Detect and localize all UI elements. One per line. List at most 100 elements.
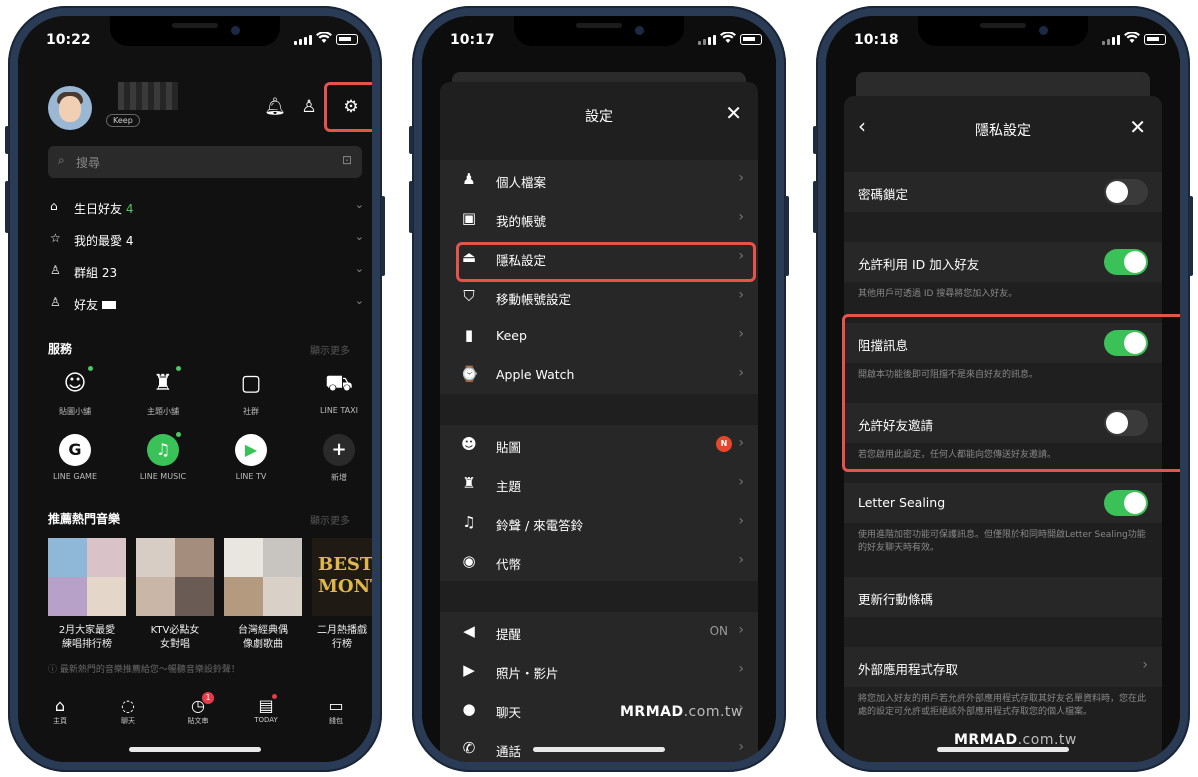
album-title-line2: 練唱排行榜	[62, 639, 112, 650]
item-label: 移動帳號設定	[496, 292, 572, 307]
cellular-signal-icon	[1102, 35, 1120, 45]
settings-item-themes[interactable]: ♜ 主題 ›	[440, 464, 758, 503]
notification-bell-icon[interactable]: 🔔︎	[264, 96, 286, 118]
coin-icon: ◉	[462, 552, 476, 570]
setting-allow-id-add[interactable]: 允許利用 ID 加入好友	[844, 242, 1162, 282]
services-more-link[interactable]: 顯示更多	[310, 342, 350, 357]
tab-today[interactable]: ▤ TODAY	[236, 694, 296, 724]
tab-chat[interactable]: ◌ 聊天	[98, 696, 158, 726]
music-more-link[interactable]: 顯示更多	[310, 512, 350, 527]
service-label: LINE GAME	[52, 472, 98, 481]
album-card[interactable]: 2月大家最愛 練唱排行榜	[48, 538, 126, 652]
service-add[interactable]: + 新增	[299, 434, 372, 483]
watermark: MRMAD.com.tw	[620, 704, 743, 720]
album-card[interactable]: KTV必點女 女對唱	[136, 538, 214, 652]
group-groups[interactable]: ♙ 群組 23 ⌄	[48, 256, 364, 286]
line-tv-icon: ▶	[235, 434, 267, 466]
passcode-toggle[interactable]	[1104, 179, 1148, 205]
settings-item-account-transfer[interactable]: ⛉ 移動帳號設定 ›	[440, 277, 758, 316]
group-label: 群組	[74, 266, 99, 280]
settings-item-stickers[interactable]: ☻ 貼圖 N ›	[440, 425, 758, 464]
setting-external-app-access[interactable]: 外部應用程式存取 ›	[844, 647, 1162, 687]
service-line-game[interactable]: G LINE GAME	[35, 434, 115, 481]
shield-icon: ⛉	[463, 287, 475, 305]
home-indicator	[937, 747, 1069, 752]
settings-item-apple-watch[interactable]: ⌚ Apple Watch ›	[440, 355, 758, 394]
settings-item-keep[interactable]: ▮ Keep ›	[440, 316, 758, 355]
group-count: 4	[125, 234, 134, 248]
line-music-icon: ♫	[147, 432, 181, 466]
item-label: Apple Watch	[496, 367, 575, 382]
settings-item-notifications[interactable]: ◀ 提醒 ON ›	[440, 612, 758, 651]
album-cover: BEST MONTH	[312, 538, 372, 616]
group-friends[interactable]: ♙ 好友 ⌄	[48, 288, 364, 318]
service-label: LINE MUSIC	[139, 472, 187, 481]
service-openchat[interactable]: ▢ 社群	[211, 368, 291, 417]
item-label: 主題	[496, 479, 522, 494]
group-favorites[interactable]: ☆ 我的最愛 4 ⌄	[48, 224, 364, 254]
chat-bubble-icon: ●	[462, 700, 476, 718]
today-icon: ▤	[236, 694, 296, 716]
tab-home[interactable]: ⌂ 主頁	[30, 696, 90, 726]
qr-scan-icon[interactable]: ⊡	[342, 153, 352, 167]
letter-sealing-toggle[interactable]	[1104, 490, 1148, 516]
keep-pill[interactable]: Keep	[106, 114, 140, 127]
allow-id-toggle[interactable]	[1104, 249, 1148, 275]
search-bar[interactable]: ⌕ 搜尋 ⊡	[48, 146, 362, 178]
battery-icon	[1144, 34, 1166, 45]
home-indicator	[533, 747, 665, 752]
service-line-music[interactable]: ♫ LINE MUSIC	[123, 432, 203, 481]
group-icon: ♙	[50, 263, 61, 277]
watch-icon: ⌚	[460, 365, 479, 383]
album-card[interactable]: 台灣經典偶 像劇歌曲	[224, 538, 302, 652]
wifi-icon	[1124, 32, 1140, 43]
settings-item-photos[interactable]: ▶ 照片・影片 ›	[440, 651, 758, 690]
profile-avatar[interactable]	[48, 86, 92, 130]
settings-item-coins[interactable]: ◉ 代幣 ›	[440, 542, 758, 581]
tab-label: 主頁	[53, 717, 67, 725]
item-label: 代幣	[496, 557, 522, 572]
phone-frame-privacy: 10:18 ‹ 隱私設定 ✕ 密碼鎖定 允許利用 ID 加入好友 其他用戶可透過…	[813, 6, 1193, 772]
status-time: 10:22	[46, 32, 91, 48]
tab-label: 錢包	[329, 717, 343, 725]
service-label: LINE TAXI	[320, 406, 358, 415]
service-line-tv[interactable]: ▶ LINE TV	[211, 434, 291, 481]
tab-wallet[interactable]: ▭ 錢包	[306, 696, 366, 726]
add-friend-icon[interactable]: ♙	[298, 96, 320, 118]
settings-item-account[interactable]: ▣ 我的帳號 ›	[440, 199, 758, 238]
settings-title: 設定	[585, 109, 613, 125]
wallet-icon: ▭	[328, 696, 344, 715]
album-card[interactable]: BEST MONTH 二月熱播戲 行榜	[312, 538, 372, 652]
chevron-right-icon: ›	[738, 474, 744, 490]
home-icon: ⌂	[54, 696, 66, 715]
chevron-right-icon: ›	[738, 170, 744, 186]
album-title-line2: 女對唱	[160, 639, 190, 650]
tab-label: 貼文串	[187, 717, 209, 725]
side-button	[381, 196, 385, 276]
group-birthday[interactable]: ⌂ 生日好友 4 ⌄	[48, 192, 364, 222]
settings-item-ringtones[interactable]: ♫ 鈴聲 / 來電答鈴 ›	[440, 503, 758, 542]
album-cover	[48, 538, 126, 616]
tab-label: TODAY	[254, 716, 278, 724]
line-game-icon: G	[59, 434, 91, 466]
tab-timeline[interactable]: ◷ 1 貼文串	[168, 692, 228, 726]
close-icon[interactable]: ✕	[725, 101, 742, 125]
wifi-icon	[316, 32, 332, 43]
chevron-right-icon: ›	[738, 513, 744, 529]
service-sticker-shop[interactable]: ☺ 貼圖小舖	[35, 366, 115, 417]
service-theme-shop[interactable]: ♜ 主題小舖	[123, 366, 203, 417]
settings-item-profile[interactable]: ♟ 個人檔案 ›	[440, 160, 758, 199]
bookmark-icon: ▮	[464, 326, 474, 344]
service-taxi[interactable]: ⛟ LINE TAXI	[299, 368, 372, 415]
settings-item-calls[interactable]: ✆ 通話 ›	[440, 729, 758, 762]
setting-letter-sealing[interactable]: Letter Sealing	[844, 483, 1162, 523]
item-label: 鈴聲 / 來電答鈴	[496, 518, 584, 533]
setting-passcode-lock[interactable]: 密碼鎖定	[844, 172, 1162, 212]
setting-update-qr[interactable]: 更新行動條碼	[844, 577, 1162, 617]
music-tip: ⓘ 最新熱門的音樂推薦給您～暢聽音樂設鈴聲！	[48, 665, 240, 675]
chevron-right-icon: ›	[738, 365, 744, 381]
close-icon[interactable]: ✕	[1129, 115, 1146, 139]
volume-up-button	[5, 181, 9, 233]
cellular-signal-icon	[698, 35, 716, 45]
battery-icon	[336, 34, 358, 45]
